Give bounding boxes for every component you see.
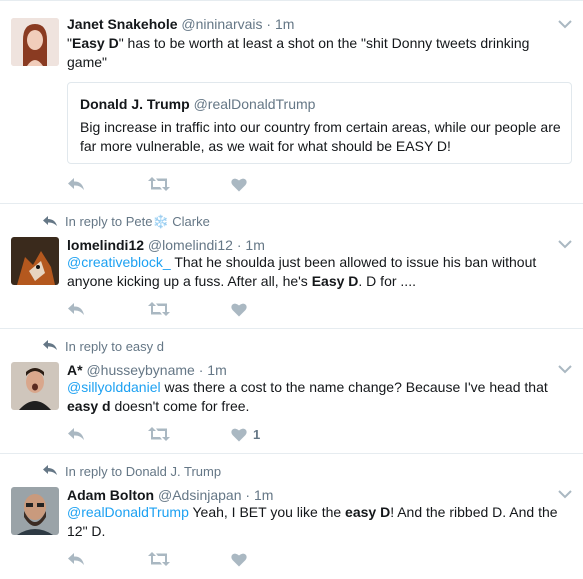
reply-arrow-icon: [42, 464, 65, 479]
tweet-text-segment: was there a cost to the name change? Bec…: [160, 379, 548, 395]
quoted-tweet-text: Big increase in traffic into our country…: [80, 119, 561, 154]
mention-link[interactable]: @realDonaldTrump: [67, 504, 189, 520]
retweet-button[interactable]: [148, 299, 170, 319]
reply-context[interactable]: In reply to easy d: [42, 339, 164, 354]
retweet-button[interactable]: [148, 549, 170, 569]
screen-name[interactable]: @Adsinjapan: [158, 487, 242, 503]
screen-name[interactable]: @lomelindi12: [148, 237, 233, 253]
mention-link[interactable]: @creativeblock_: [67, 254, 171, 270]
tweet-text-segment: doesn't come for free.: [110, 398, 250, 414]
tweet-text: "Easy D" has to be worth at least a shot…: [67, 34, 569, 72]
tweet-header: A* @husseybyname · 1m: [67, 361, 227, 379]
display-name[interactable]: lomelindi12: [67, 237, 144, 253]
like-button[interactable]: 1: [231, 424, 260, 444]
reply-icon: [67, 176, 85, 192]
like-button[interactable]: [231, 299, 253, 319]
chevron-down-icon[interactable]: [557, 486, 573, 502]
reply-context-text: In reply to easy d: [65, 339, 164, 354]
timestamp[interactable]: 1m: [245, 237, 264, 253]
heart-icon: [231, 552, 247, 567]
screen-name[interactable]: @nininarvais: [181, 16, 262, 32]
timestamp[interactable]: 1m: [254, 487, 273, 503]
highlighted-term: easy D: [345, 504, 391, 520]
heart-icon: [231, 427, 247, 442]
like-count: 1: [253, 426, 261, 442]
separator: ·: [245, 487, 251, 503]
retweet-button[interactable]: [148, 424, 170, 444]
quoted-display-name: Donald J. Trump: [80, 96, 190, 112]
reply-icon: [67, 426, 85, 442]
tweet[interactable]: In reply to easy d A* @husseybyname · 1m…: [0, 329, 583, 454]
chevron-down-icon[interactable]: [557, 236, 573, 252]
retweet-icon: [148, 301, 170, 317]
avatar[interactable]: [11, 18, 59, 66]
tweet-text-segment: " has to be worth at least a shot on the…: [67, 35, 530, 70]
highlighted-term: easy d: [67, 398, 111, 414]
heart-icon: [231, 302, 247, 317]
chevron-down-icon[interactable]: [557, 361, 573, 377]
tweet-text: @creativeblock_ That he shoulda just bee…: [67, 253, 569, 291]
separator: ·: [198, 362, 204, 378]
separator: ·: [266, 16, 272, 32]
retweet-icon: [148, 426, 170, 442]
reply-button[interactable]: [67, 424, 85, 444]
reply-arrow-icon: [42, 339, 65, 354]
quoted-screen-name: @realDonaldTrump: [193, 96, 316, 112]
mention-link[interactable]: @sillyolddaniel: [67, 379, 161, 395]
timestamp[interactable]: 1m: [207, 362, 226, 378]
reply-icon: [67, 551, 85, 567]
reply-arrow-icon: [42, 215, 65, 230]
avatar[interactable]: [11, 362, 59, 410]
reply-context-text: In reply to Donald J. Trump: [65, 464, 222, 479]
reply-context[interactable]: In reply to Donald J. Trump: [42, 464, 221, 479]
reply-button[interactable]: [67, 299, 85, 319]
reply-icon: [67, 301, 85, 317]
retweet-icon: [148, 176, 170, 192]
tweet-text: @sillyolddaniel was there a cost to the …: [67, 378, 569, 416]
display-name[interactable]: A*: [67, 362, 83, 378]
screen-name[interactable]: @husseybyname: [86, 362, 194, 378]
highlighted-term: Easy D: [71, 35, 119, 51]
tweet-text: @realDonaldTrump Yeah, I BET you like th…: [67, 503, 569, 541]
tweet-header: Adam Bolton @Adsinjapan · 1m: [67, 486, 273, 504]
tweet[interactable]: In reply to Pete❄️ Clarke lomelindi12 @l…: [0, 204, 583, 329]
separator: ·: [236, 237, 242, 253]
like-button[interactable]: [231, 549, 253, 569]
tweet-header: lomelindi12 @lomelindi12 · 1m: [67, 236, 265, 254]
chevron-down-icon[interactable]: [557, 16, 573, 32]
avatar[interactable]: [11, 237, 59, 285]
tweet-text-segment: . D for ....: [358, 273, 416, 289]
tweet[interactable]: Janet Snakehole @nininarvais · 1m "Easy …: [0, 0, 583, 204]
tweet[interactable]: In reply to Donald J. Trump Adam Bolton …: [0, 454, 583, 579]
highlighted-term: Easy D: [311, 273, 359, 289]
reply-button[interactable]: [67, 549, 85, 569]
retweet-icon: [148, 551, 170, 567]
avatar[interactable]: [11, 487, 59, 535]
reply-context-text: In reply to Pete❄️ Clarke: [65, 214, 210, 229]
retweet-button[interactable]: [148, 174, 170, 194]
tweet-text-segment: Yeah, I BET you like the: [188, 504, 346, 520]
quoted-tweet-header: Donald J. Trump @realDonaldTrump: [80, 95, 315, 113]
like-button[interactable]: [231, 174, 253, 194]
reply-button[interactable]: [67, 174, 85, 194]
reply-context[interactable]: In reply to Pete❄️ Clarke: [42, 214, 210, 230]
heart-icon: [231, 177, 247, 192]
display-name[interactable]: Janet Snakehole: [67, 16, 178, 32]
quoted-tweet[interactable]: Donald J. Trump @realDonaldTrump Big inc…: [67, 82, 572, 164]
tweet-header: Janet Snakehole @nininarvais · 1m: [67, 15, 294, 33]
display-name[interactable]: Adam Bolton: [67, 487, 154, 503]
timestamp[interactable]: 1m: [275, 16, 294, 32]
